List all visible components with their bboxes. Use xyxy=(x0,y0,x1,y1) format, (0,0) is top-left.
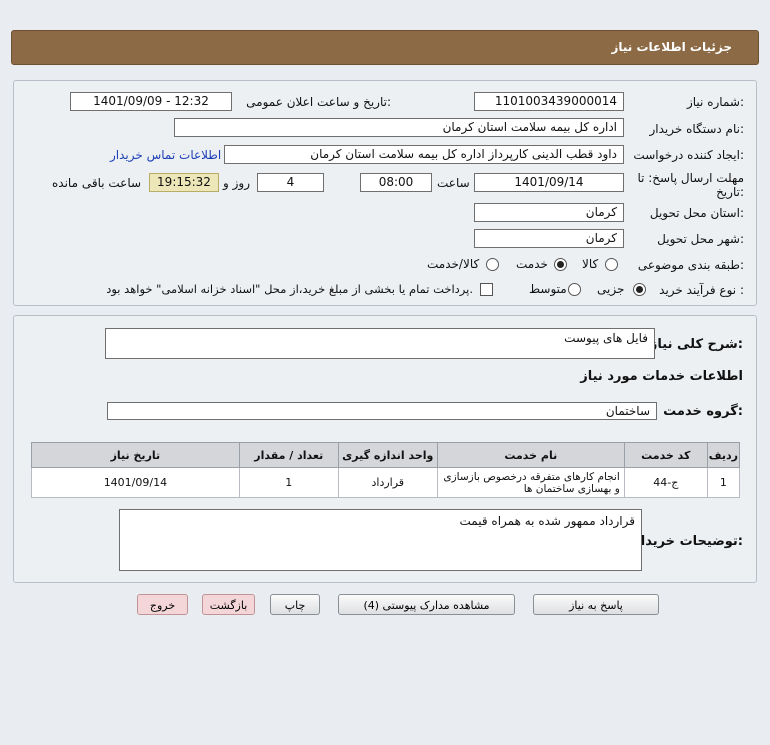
page-header: جزئیات اطلاعات نیاز xyxy=(11,30,759,65)
col-header-need-date: تاریخ نیاز xyxy=(31,442,240,468)
col-header-quantity: تعداد / مقدار xyxy=(238,442,339,468)
buyer-org-label: نام دستگاه خریدار: xyxy=(649,122,745,136)
category-option-goods: کالا xyxy=(582,257,599,271)
city-label: شهر محل تحویل: xyxy=(657,232,744,246)
treasury-payment-note: پرداخت تمام یا بخشی از مبلغ خرید،از محل … xyxy=(106,282,473,296)
table-row: 1 ج-44 انجام کارهای متفرقه درخصوص بازساز… xyxy=(31,467,741,498)
category-radio-goods-service[interactable] xyxy=(486,258,499,271)
reply-button[interactable]: پاسخ به نیاز xyxy=(533,594,659,615)
announce-date-field: 1401/09/09 - 12:32 xyxy=(70,92,232,111)
remaining-days-label: روز و xyxy=(223,176,250,190)
view-attachments-button[interactable]: مشاهده مدارک پیوستی (4) xyxy=(338,594,515,615)
buyer-notes-field: قرارداد ممهور شده به همراه قیمت xyxy=(119,509,642,571)
col-header-unit: واحد اندازه گیری xyxy=(337,442,438,468)
exit-button[interactable]: خروج xyxy=(137,594,188,615)
cell-quantity: 1 xyxy=(238,467,339,498)
requester-field: داود قطب الدینی کارپرداز اداره کل بیمه س… xyxy=(224,145,624,164)
services-table: ردیف کد خدمت نام خدمت واحد اندازه گیری ت… xyxy=(31,442,741,498)
purchase-radio-medium[interactable] xyxy=(568,283,581,296)
table-header-row: ردیف کد خدمت نام خدمت واحد اندازه گیری ت… xyxy=(31,442,741,468)
province-label: استان محل تحویل: xyxy=(649,206,744,220)
purchase-type-label: نوع فرآیند خرید : xyxy=(659,283,744,297)
buyer-contact-link[interactable]: اطلاعات تماس خریدار xyxy=(110,148,221,162)
announce-date-label: تاریخ و ساعت اعلان عمومی: xyxy=(246,95,391,109)
summary-label: شرح کلی نیاز: xyxy=(649,337,743,352)
purchase-option-medium: متوسط xyxy=(529,282,567,296)
city-field: کرمان xyxy=(474,229,624,248)
need-details-panel: شرح کلی نیاز: فایل های پیوست اطلاعات خدم… xyxy=(13,315,757,583)
cell-row-number: 1 xyxy=(706,467,741,498)
remaining-days-field: 4 xyxy=(257,173,324,192)
cell-service-code: ج-44 xyxy=(623,467,708,498)
services-heading: اطلاعات خدمات مورد نیاز xyxy=(580,369,743,384)
category-option-goods-service: کالا/خدمت xyxy=(427,257,480,271)
col-header-service-code: کد خدمت xyxy=(623,442,708,468)
deadline-label: مهلت ارسال پاسخ: تا xyxy=(637,171,744,185)
col-header-service-name: نام خدمت xyxy=(436,442,625,468)
remaining-time-label: ساعت باقی مانده xyxy=(52,176,142,190)
requester-label: ایجاد کننده درخواست: xyxy=(633,148,744,162)
category-option-service: خدمت xyxy=(516,257,548,271)
category-radio-service[interactable] xyxy=(554,258,567,271)
service-group-field: ساختمان xyxy=(107,402,657,420)
category-label: طبقه بندی موضوعی: xyxy=(637,258,744,272)
category-radio-goods[interactable] xyxy=(605,258,618,271)
back-button[interactable]: بازگشت xyxy=(202,594,255,615)
service-group-label: گروه خدمت: xyxy=(663,404,743,419)
deadline-time-field: 08:00 xyxy=(360,173,432,192)
need-info-panel: شماره نیاز: 1101003439000014 تاریخ و ساع… xyxy=(13,80,757,306)
treasury-payment-checkbox[interactable] xyxy=(480,283,493,296)
cell-need-date: 1401/09/14 xyxy=(31,467,240,498)
purchase-option-minor: جزیی xyxy=(597,282,625,296)
province-field: کرمان xyxy=(474,203,624,222)
need-number-field: 1101003439000014 xyxy=(474,92,624,111)
buyer-org-field: اداره کل بیمه سلامت استان کرمان xyxy=(174,118,624,137)
cell-service-name: انجام کارهای متفرقه درخصوص بازسازی و بهس… xyxy=(436,467,625,498)
page-title: جزئیات اطلاعات نیاز xyxy=(611,40,732,54)
need-number-label: شماره نیاز: xyxy=(686,95,744,109)
cell-unit: قرارداد xyxy=(337,467,438,498)
deadline-date-field: 1401/09/14 xyxy=(474,173,624,192)
deadline-time-label: ساعت xyxy=(437,176,470,190)
purchase-radio-minor[interactable] xyxy=(633,283,646,296)
buyer-notes-label: توضیحات خریدار: xyxy=(633,534,743,549)
print-button[interactable]: چاپ xyxy=(270,594,320,615)
deadline-label-date: تاریخ: xyxy=(716,185,744,199)
remaining-time-field: 19:15:32 xyxy=(149,173,219,192)
col-header-row-number: ردیف xyxy=(706,442,741,468)
summary-field: فایل های پیوست xyxy=(105,328,655,359)
